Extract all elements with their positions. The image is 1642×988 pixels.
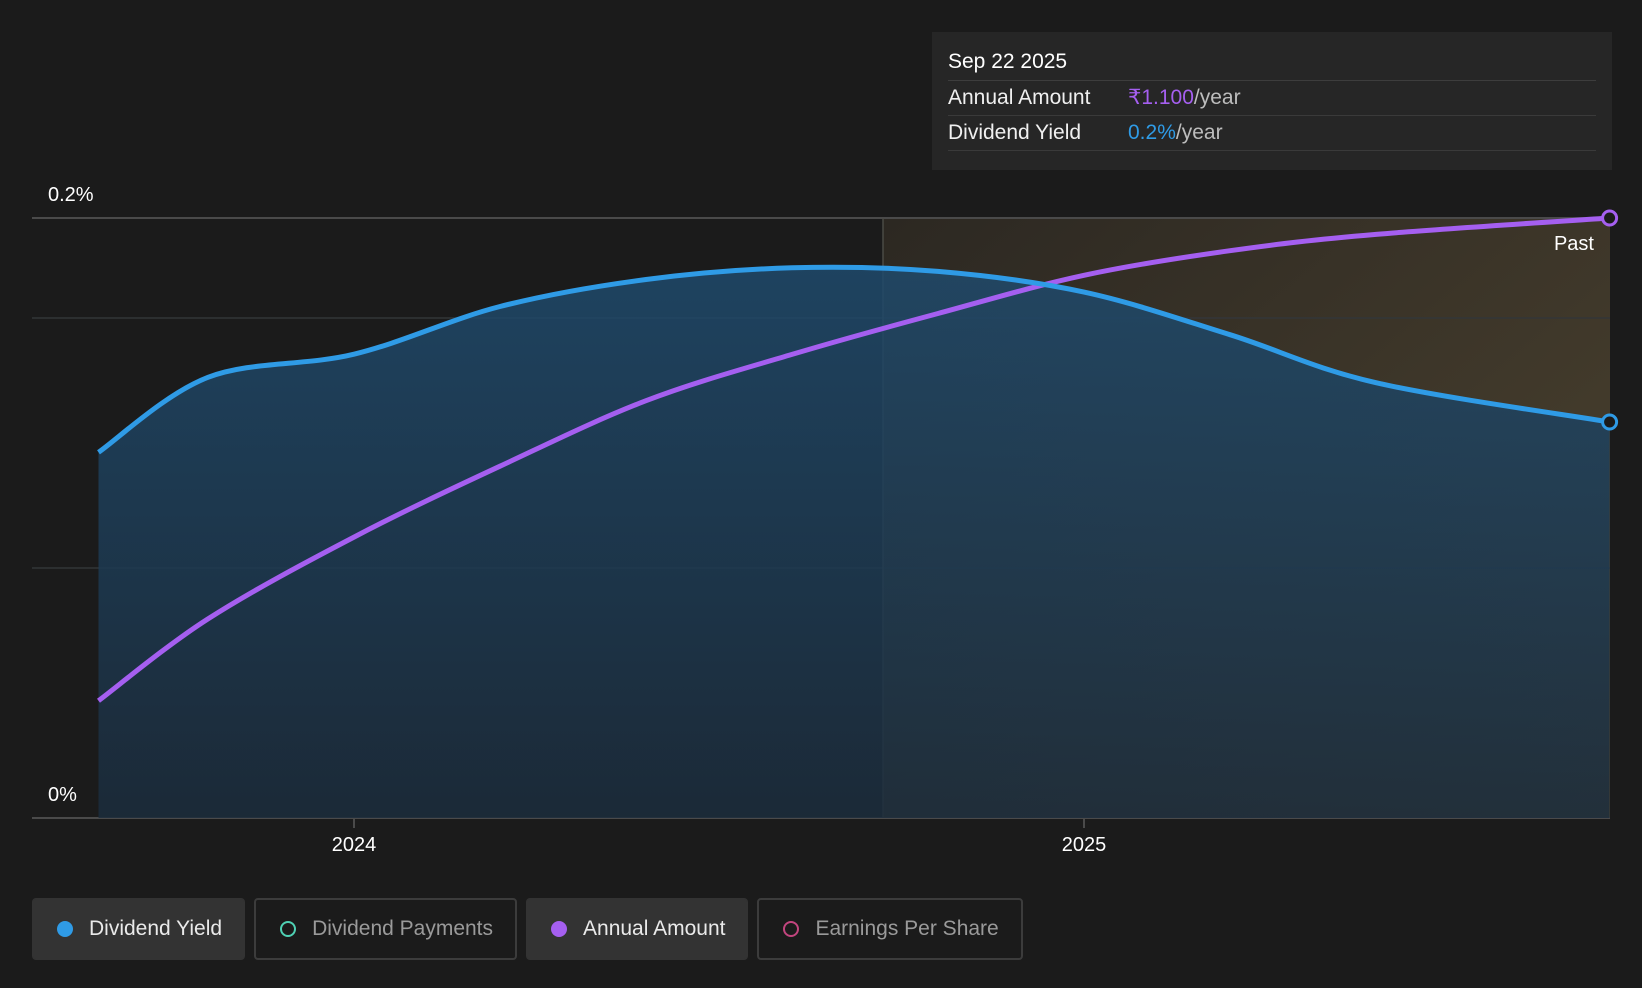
tooltip-label: Annual Amount <box>948 86 1091 109</box>
tooltip-value: 0.2% <box>1128 121 1176 144</box>
tooltip-suffix: /year <box>1175 121 1223 144</box>
legend-label: Annual Amount <box>583 917 726 940</box>
past-label: Past <box>1554 233 1594 255</box>
tooltip-label: Dividend Yield <box>948 121 1082 144</box>
x-axis: 2024 2025 <box>332 818 1107 856</box>
legend-ring-icon <box>783 921 800 937</box>
tooltip-date: Sep 22 2025 <box>948 46 1596 81</box>
legend-label: Dividend Payments <box>312 917 494 940</box>
legend-dot-icon <box>57 921 73 937</box>
dividend-yield-end-marker <box>1601 413 1619 431</box>
legend-earnings-per-share[interactable]: Earnings Per Share <box>757 898 1023 960</box>
legend-ring-icon <box>280 921 297 937</box>
tooltip-row-annual-amount: Annual Amount ₹1.100 /year <box>948 81 1596 116</box>
y-tick-label: 0% <box>48 784 77 806</box>
legend-dot-icon <box>551 921 568 937</box>
legend-label: Dividend Yield <box>89 917 223 940</box>
legend-dividend-payments[interactable]: Dividend Payments <box>254 898 518 960</box>
x-tick-label: 2024 <box>332 834 377 856</box>
legend-annual-amount[interactable]: Annual Amount <box>526 898 749 960</box>
y-tick-label: 0.2% <box>48 184 94 206</box>
x-tick-label: 2025 <box>1062 834 1107 856</box>
tooltip-suffix: /year <box>1193 86 1241 109</box>
chart-tooltip: Sep 22 2025 Annual Amount ₹1.100 /year D… <box>932 32 1612 170</box>
legend-label: Earnings Per Share <box>815 917 999 940</box>
chart-legend: Dividend Yield Dividend Payments Annual … <box>32 898 1023 960</box>
annual-amount-end-marker <box>1601 209 1619 227</box>
legend-dividend-yield[interactable]: Dividend Yield <box>32 898 246 960</box>
tooltip-value: ₹1.100 <box>1128 86 1194 109</box>
tooltip-row-dividend-yield: Dividend Yield 0.2% /year <box>948 116 1596 151</box>
